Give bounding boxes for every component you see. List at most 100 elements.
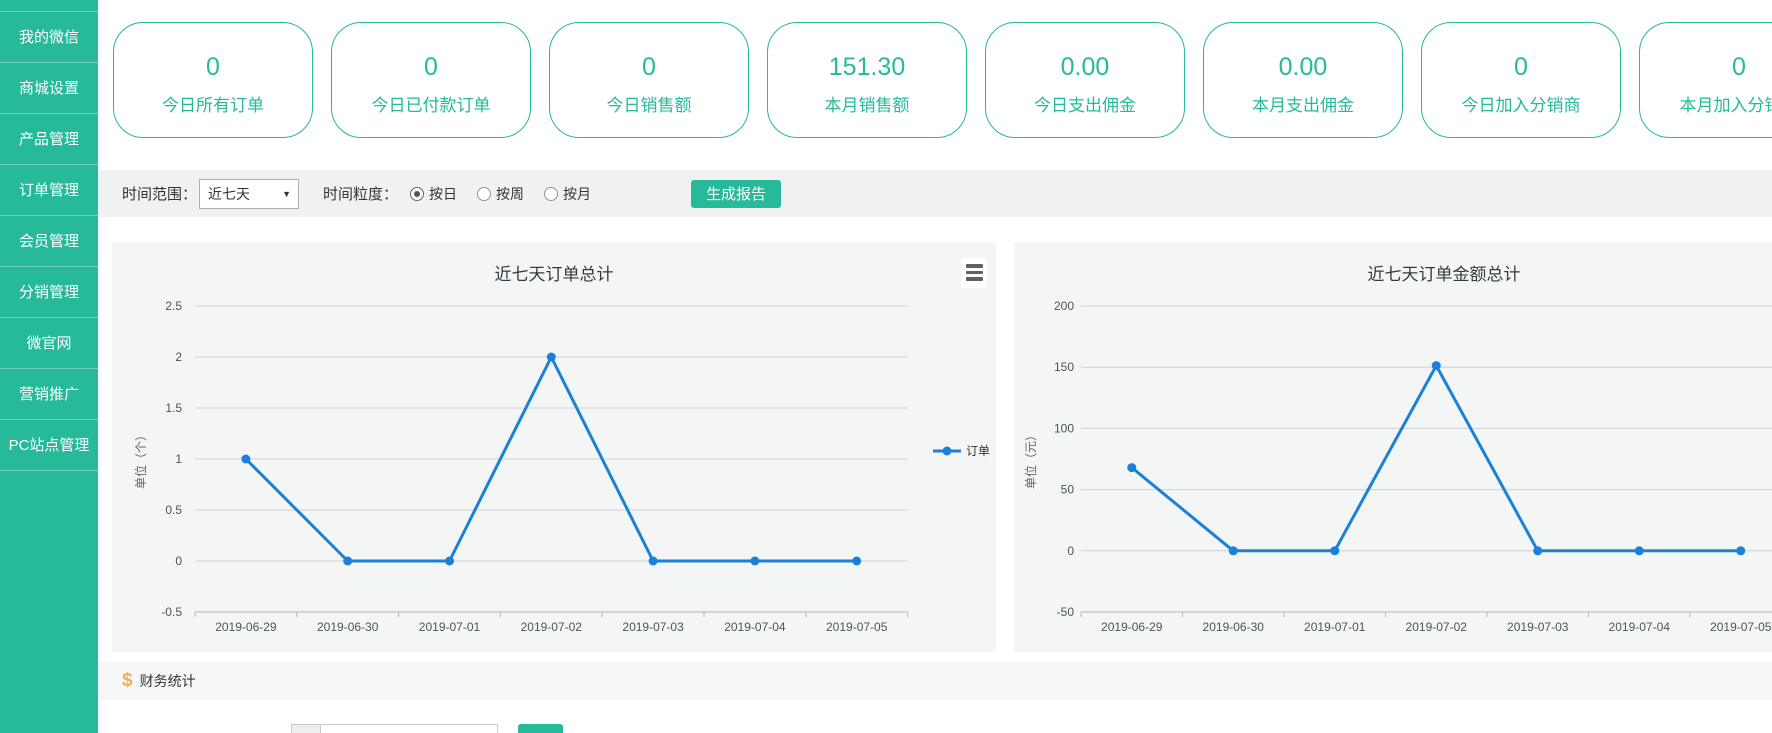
stat-card-3: 0 今日销售额 <box>549 22 749 138</box>
sidebar-item-8[interactable]: 营销推广 <box>0 369 98 420</box>
stat-card-5: 0.00 今日支出佣金 <box>985 22 1185 138</box>
radio-option-label: 按周 <box>496 184 524 204</box>
x-tick-label: 2019-07-01 <box>1304 620 1366 634</box>
stat-card-label: 本月支出佣金 <box>1252 91 1354 116</box>
data-point-2019-07-05 <box>1736 546 1745 555</box>
sidebar-item-7[interactable]: 微官网 <box>0 318 98 369</box>
x-tick-label: 2019-06-30 <box>1203 620 1265 634</box>
x-tick-label: 2019-07-04 <box>724 620 786 634</box>
sidebar-item-6[interactable]: 分销管理 <box>0 267 98 318</box>
sidebar-item-5[interactable]: 会员管理 <box>0 216 98 267</box>
stat-card-value: 0 <box>1514 54 1528 81</box>
dashboard-page: 我的微信商城设置产品管理订单管理会员管理分销管理微官网营销推广PC站点管理 0今… <box>0 0 1772 733</box>
data-point-2019-07-04 <box>1635 546 1644 555</box>
stat-card-value: 0 <box>642 54 656 81</box>
x-tick-label: 2019-06-29 <box>215 620 277 634</box>
x-tick-label: 2019-07-02 <box>521 620 583 634</box>
x-tick-label: 2019-07-03 <box>622 620 684 634</box>
stat-card-label: 今日加入分销商 <box>1462 91 1581 116</box>
y-tick-label: 0 <box>175 554 182 568</box>
y-tick-label: 0 <box>1067 544 1074 558</box>
stat-card-8: 0 本月加入分销商 <box>1639 22 1772 138</box>
radio-option-label: 按月 <box>563 184 591 204</box>
sidebar-item-4[interactable]: 订单管理 <box>0 165 98 216</box>
data-point-2019-06-30 <box>343 557 352 566</box>
data-point-2019-07-01 <box>1330 546 1339 555</box>
finance-submit-button[interactable] <box>518 724 563 733</box>
stat-card-label: 本月加入分销商 <box>1680 91 1772 116</box>
dollar-icon: $ <box>122 670 133 692</box>
x-tick-label: 2019-07-02 <box>1406 620 1468 634</box>
y-tick-label: 100 <box>1054 421 1074 435</box>
finance-section-title: 财务统计 <box>140 671 196 691</box>
sidebar-item-2[interactable]: 商城设置 <box>0 63 98 114</box>
stat-card-1: 0 今日所有订单 <box>113 22 313 138</box>
x-tick-label: 2019-07-01 <box>419 620 481 634</box>
y-tick-label: -50 <box>1057 605 1075 619</box>
generate-report-button[interactable]: 生成报告 <box>691 180 781 208</box>
y-tick-label: 2.5 <box>165 299 182 313</box>
x-tick-label: 2019-07-05 <box>1710 620 1772 634</box>
radio-checked-icon[interactable] <box>410 187 424 201</box>
stat-card-label: 本月销售额 <box>825 91 910 116</box>
sidebar-item-9[interactable]: PC站点管理 <box>0 420 98 471</box>
data-point-2019-06-30 <box>1229 546 1238 555</box>
stat-card-6: 0.00 本月支出佣金 <box>1203 22 1403 138</box>
finance-section-header: $ 财务统计 <box>98 662 1772 700</box>
data-point-2019-07-03 <box>649 557 658 566</box>
data-point-2019-07-04 <box>750 557 759 566</box>
y-tick-label: 150 <box>1054 360 1074 374</box>
time-range-select[interactable]: 近七天 ▼ <box>199 179 299 209</box>
stat-card-label: 今日销售额 <box>607 91 692 116</box>
order-count-chart-svg: 2.521.510.50-0.52019-06-292019-06-302019… <box>112 242 996 652</box>
stat-card-value: 0 <box>1732 54 1746 81</box>
y-axis-name: 单位（个） <box>133 429 148 489</box>
x-tick-label: 2019-06-30 <box>317 620 379 634</box>
sidebar-item-1[interactable]: 我的微信 <box>0 12 98 63</box>
stat-card-value: 0 <box>424 54 438 81</box>
time-range-selected-value: 近七天 <box>208 184 250 204</box>
series-line <box>1132 366 1741 551</box>
data-point-2019-07-02 <box>547 353 556 362</box>
stat-card-4: 151.30本月销售额 <box>767 22 967 138</box>
order-amount-chart-panel: 近七天订单金额总计 200150100500-502019-06-292019-… <box>1014 242 1772 652</box>
data-point-2019-07-03 <box>1533 546 1542 555</box>
radio-option-3[interactable]: 按月 <box>544 184 591 204</box>
sidebar-item-3[interactable]: 产品管理 <box>0 114 98 165</box>
y-tick-label: 2 <box>175 350 182 364</box>
select-caret-icon: ▼ <box>282 189 291 199</box>
radio-option-label: 按日 <box>429 184 457 204</box>
time-range-label: 时间范围： <box>122 183 197 204</box>
sidebar: 我的微信商城设置产品管理订单管理会员管理分销管理微官网营销推广PC站点管理 <box>0 0 98 733</box>
data-point-2019-06-29 <box>241 455 250 464</box>
stat-card-value: 0 <box>206 54 220 81</box>
stat-card-value: 0.00 <box>1279 54 1328 81</box>
radio-option-2[interactable]: 按周 <box>477 184 524 204</box>
y-tick-label: 1.5 <box>165 401 182 415</box>
stat-card-2: 0今日已付款订单 <box>331 22 531 138</box>
granularity-label: 时间粒度： <box>323 183 398 204</box>
order-amount-chart-svg: 200 150 100 50 0 -50 2019-06-29 2019-06-30 2019-… <box>1014 242 1772 652</box>
y-tick-label: 0.5 <box>165 503 182 517</box>
stat-card-label: 今日支出佣金 <box>1034 91 1136 116</box>
radio-unchecked-icon[interactable] <box>544 187 558 201</box>
order-count-chart-panel: 近七天订单总计 2.521.510.50-0.52019-06-292019-0… <box>112 242 996 652</box>
data-point-2019-06-29 <box>1127 463 1136 472</box>
x-tick-label: 2019-06-29 <box>1101 620 1163 634</box>
chart-legend-orders[interactable]: 订单 <box>932 442 990 459</box>
radio-unchecked-icon[interactable] <box>477 187 491 201</box>
y-tick-label: 200 <box>1054 299 1074 313</box>
data-point-2019-07-01 <box>445 557 454 566</box>
stat-card-label: 今日所有订单 <box>162 91 264 116</box>
filter-bar: 时间范围： 近七天 ▼ 时间粒度： 按日 按周 按月 生成报告 <box>98 170 1772 217</box>
finance-date-input[interactable] <box>320 724 498 733</box>
y-tick-label: -0.5 <box>161 605 182 619</box>
stat-card-value: 0.00 <box>1061 54 1110 81</box>
legend-label: 订单 <box>966 442 990 459</box>
data-point-2019-07-05 <box>852 557 861 566</box>
data-point-2019-07-02 <box>1432 361 1441 370</box>
sidebar-top-divider <box>0 0 98 12</box>
y-tick-label: 50 <box>1061 483 1075 497</box>
radio-option-1[interactable]: 按日 <box>410 184 457 204</box>
stat-card-7: 0 今日加入分销商 <box>1421 22 1621 138</box>
